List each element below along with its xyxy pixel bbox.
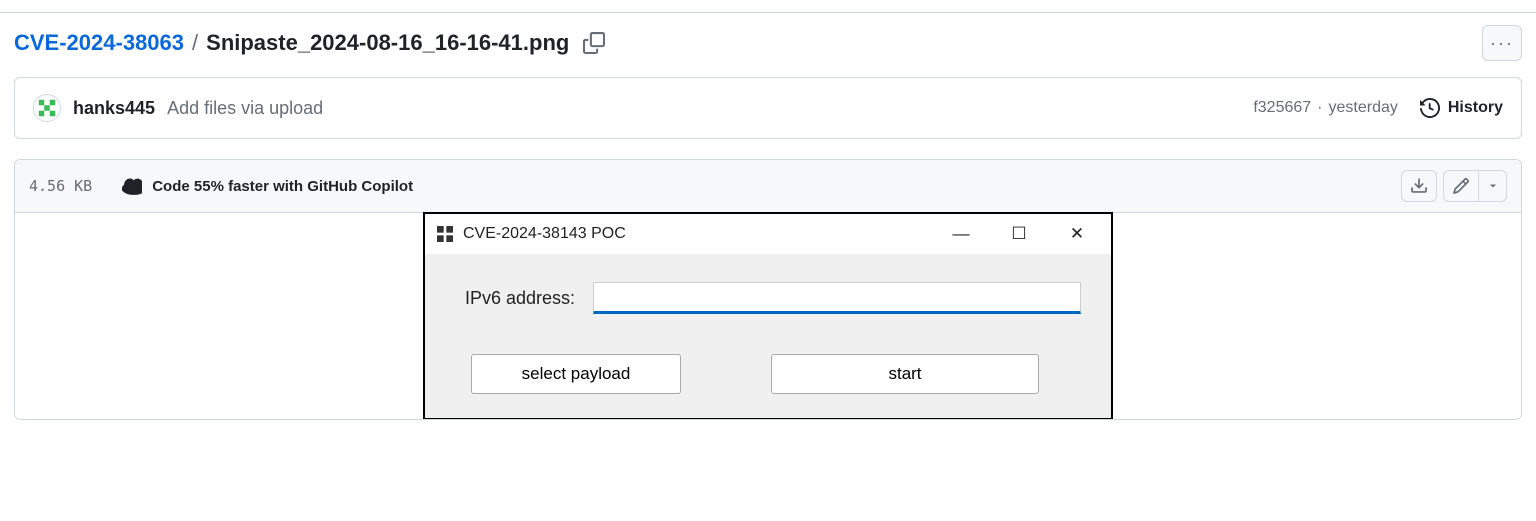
breadcrumb: CVE-2024-38063 / Snipaste_2024-08-16_16-… [14, 30, 605, 56]
breadcrumb-current: Snipaste_2024-08-16_16-16-41.png [206, 30, 569, 56]
file-size: 4.56 KB [29, 177, 92, 195]
commit-message[interactable]: Add files via upload [167, 98, 323, 119]
edit-button[interactable] [1443, 170, 1479, 202]
window-titlebar: CVE-2024-38143 POC — ☐ ✕ [425, 214, 1111, 254]
more-edit-button[interactable] [1479, 170, 1507, 202]
file-header: 4.56 KB Code 55% faster with GitHub Copi… [15, 160, 1521, 213]
history-button[interactable]: History [1420, 98, 1503, 118]
image-viewport: CVE-2024-38143 POC — ☐ ✕ IPv6 address: s… [15, 213, 1521, 419]
ipv6-address-label: IPv6 address: [465, 288, 575, 309]
dot-separator: · [1317, 99, 1322, 117]
ipv6-address-input[interactable] [593, 282, 1081, 314]
rendered-image-dialog: CVE-2024-38143 POC — ☐ ✕ IPv6 address: s… [423, 212, 1113, 420]
more-menu-button[interactable]: ··· [1482, 25, 1522, 61]
copilot-promo-text: Code 55% faster with GitHub Copilot [152, 178, 413, 195]
download-raw-button[interactable] [1401, 170, 1437, 202]
author-avatar[interactable] [33, 94, 61, 122]
breadcrumb-row: CVE-2024-38063 / Snipaste_2024-08-16_16-… [14, 25, 1522, 77]
history-label: History [1448, 99, 1503, 117]
history-icon [1420, 98, 1440, 118]
pencil-icon [1452, 177, 1470, 195]
breadcrumb-separator: / [192, 30, 198, 56]
window-title: CVE-2024-38143 POC [463, 225, 927, 243]
copilot-promo[interactable]: Code 55% faster with GitHub Copilot [122, 176, 413, 196]
copilot-icon [122, 176, 142, 196]
commit-author-link[interactable]: hanks445 [73, 98, 155, 119]
commit-sha[interactable]: f325667 [1253, 99, 1311, 117]
maximize-button[interactable]: ☐ [995, 224, 1043, 244]
chevron-down-icon [1487, 180, 1499, 192]
file-box: 4.56 KB Code 55% faster with GitHub Copi… [14, 159, 1522, 420]
app-icon [437, 226, 453, 242]
start-button[interactable]: start [771, 354, 1039, 394]
latest-commit-box: hanks445 Add files via upload f325667 · … [14, 77, 1522, 139]
commit-reltime: yesterday [1329, 99, 1398, 117]
download-icon [1410, 177, 1428, 195]
select-payload-button[interactable]: select payload [471, 354, 681, 394]
copy-path-icon[interactable] [583, 30, 605, 56]
breadcrumb-root-link[interactable]: CVE-2024-38063 [14, 30, 184, 56]
minimize-button[interactable]: — [937, 224, 985, 244]
close-button[interactable]: ✕ [1053, 224, 1101, 244]
